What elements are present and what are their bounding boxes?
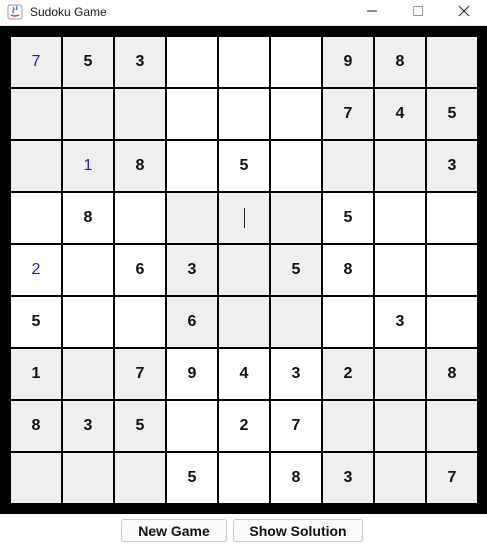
sudoku-cell-r6-c7[interactable] [323,297,373,347]
button-bar: New Game Show Solution [0,514,487,548]
sudoku-cell-r9-c1[interactable] [11,453,61,503]
sudoku-cell-r6-c4[interactable]: 6 [167,297,217,347]
sudoku-cell-r7-c4[interactable]: 9 [167,349,217,399]
new-game-button[interactable]: New Game [121,519,227,542]
java-icon [7,4,23,20]
minimize-button[interactable] [349,0,395,25]
sudoku-cell-r1-c5[interactable] [219,37,269,87]
sudoku-cell-r5-c9[interactable] [427,245,477,295]
sudoku-cell-r3-c7[interactable] [323,141,373,191]
minimize-icon [366,4,378,22]
sudoku-cell-r6-c8[interactable]: 3 [375,297,425,347]
sudoku-cell-r1-c8[interactable]: 8 [375,37,425,87]
sudoku-cell-r6-c1[interactable]: 5 [11,297,61,347]
sudoku-cell-r9-c9[interactable]: 7 [427,453,477,503]
sudoku-cell-r2-c6[interactable] [271,89,321,139]
sudoku-cell-r5-c8[interactable] [375,245,425,295]
sudoku-cell-r9-c2[interactable] [63,453,113,503]
sudoku-cell-r8-c6[interactable]: 7 [271,401,321,451]
sudoku-cell-r7-c1[interactable]: 1 [11,349,61,399]
sudoku-cell-r1-c7[interactable]: 9 [323,37,373,87]
sudoku-cell-r1-c9[interactable] [427,37,477,87]
sudoku-cell-r4-c6[interactable] [271,193,321,243]
show-solution-button[interactable]: Show Solution [233,519,363,542]
sudoku-cell-r6-c5[interactable] [219,297,269,347]
sudoku-cell-r5-c6[interactable]: 5 [271,245,321,295]
sudoku-cell-r2-c3[interactable] [115,89,165,139]
sudoku-cell-r4-c3[interactable] [115,193,165,243]
sudoku-cell-r7-c7[interactable]: 2 [323,349,373,399]
maximize-button[interactable] [395,0,441,25]
sudoku-cell-r7-c6[interactable]: 3 [271,349,321,399]
sudoku-cell-r2-c8[interactable]: 4 [375,89,425,139]
sudoku-cell-r7-c9[interactable]: 8 [427,349,477,399]
sudoku-cell-r4-c1[interactable] [11,193,61,243]
sudoku-cell-r3-c6[interactable] [271,141,321,191]
sudoku-cell-r4-c9[interactable] [427,193,477,243]
sudoku-cell-r5-c7[interactable]: 8 [323,245,373,295]
sudoku-cell-r8-c2[interactable]: 3 [63,401,113,451]
sudoku-cell-r3-c5[interactable]: 5 [219,141,269,191]
sudoku-cell-r8-c4[interactable] [167,401,217,451]
sudoku-cell-r3-c9[interactable]: 3 [427,141,477,191]
sudoku-cell-r2-c9[interactable]: 5 [427,89,477,139]
sudoku-cell-r1-c1[interactable]: 7 [11,37,61,87]
text-cursor [243,208,245,228]
sudoku-cell-r4-c7[interactable]: 5 [323,193,373,243]
sudoku-cell-r4-c4[interactable] [167,193,217,243]
sudoku-cell-r7-c5[interactable]: 4 [219,349,269,399]
sudoku-cell-r4-c8[interactable] [375,193,425,243]
close-button[interactable] [441,0,487,25]
sudoku-cell-r8-c3[interactable]: 5 [115,401,165,451]
sudoku-cell-r8-c1[interactable]: 8 [11,401,61,451]
sudoku-cell-r5-c3[interactable]: 6 [115,245,165,295]
sudoku-cell-r2-c2[interactable] [63,89,113,139]
sudoku-cell-r4-c2[interactable]: 8 [63,193,113,243]
sudoku-cell-r2-c7[interactable]: 7 [323,89,373,139]
sudoku-cell-r1-c6[interactable] [271,37,321,87]
sudoku-cell-r3-c4[interactable] [167,141,217,191]
sudoku-cell-r8-c9[interactable] [427,401,477,451]
sudoku-cell-r6-c6[interactable] [271,297,321,347]
sudoku-cell-r9-c7[interactable]: 3 [323,453,373,503]
sudoku-cell-r2-c4[interactable] [167,89,217,139]
title-bar: Sudoku Game [0,0,487,26]
sudoku-cell-r1-c4[interactable] [167,37,217,87]
sudoku-cell-r8-c5[interactable]: 2 [219,401,269,451]
sudoku-cell-r9-c5[interactable] [219,453,269,503]
sudoku-cell-r8-c8[interactable] [375,401,425,451]
close-icon [458,4,470,22]
sudoku-cell-r2-c1[interactable] [11,89,61,139]
sudoku-cell-r5-c5[interactable] [219,245,269,295]
sudoku-cell-r3-c1[interactable] [11,141,61,191]
sudoku-cell-r5-c4[interactable]: 3 [167,245,217,295]
sudoku-cell-r1-c3[interactable]: 3 [115,37,165,87]
sudoku-cell-r9-c8[interactable] [375,453,425,503]
maximize-icon [412,4,424,22]
sudoku-cell-r5-c1[interactable]: 2 [11,245,61,295]
sudoku-cell-r2-c5[interactable] [219,89,269,139]
sudoku-cell-r7-c3[interactable]: 7 [115,349,165,399]
sudoku-cell-r3-c2[interactable]: 1 [63,141,113,191]
sudoku-cell-r1-c2[interactable]: 5 [63,37,113,87]
window-title: Sudoku Game [30,5,107,19]
sudoku-cell-r9-c3[interactable] [115,453,165,503]
sudoku-cell-r8-c7[interactable] [323,401,373,451]
sudoku-cell-r7-c8[interactable] [375,349,425,399]
sudoku-cell-r5-c2[interactable] [63,245,113,295]
sudoku-cell-r9-c6[interactable]: 8 [271,453,321,503]
sudoku-cell-r6-c9[interactable] [427,297,477,347]
sudoku-cell-r6-c3[interactable] [115,297,165,347]
sudoku-cell-r6-c2[interactable] [63,297,113,347]
sudoku-cell-r3-c3[interactable]: 8 [115,141,165,191]
sudoku-cell-r7-c2[interactable] [63,349,113,399]
sudoku-cell-r3-c8[interactable] [375,141,425,191]
sudoku-board: 75398745185385263585631794328835275837 [0,26,487,514]
sudoku-cell-r4-c5[interactable] [219,193,269,243]
sudoku-cell-r9-c4[interactable]: 5 [167,453,217,503]
